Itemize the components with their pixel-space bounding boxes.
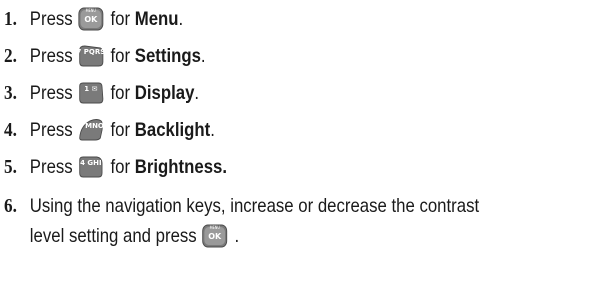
step-text-press: Press bbox=[29, 45, 73, 67]
step-3: 3. Press 1 ✉ for Display. bbox=[4, 78, 511, 108]
step-text-press: Press bbox=[29, 82, 73, 104]
key-4-ghi-icon: 4 GHI bbox=[78, 155, 104, 179]
step-text-for: for bbox=[110, 119, 131, 141]
step-text-press: Press bbox=[29, 8, 73, 30]
menu-ok-key-icon: MENU OK bbox=[202, 224, 228, 248]
step-5: 5. Press 4 GHI for Brightness. bbox=[4, 152, 511, 182]
key-1-voicemail-icon: 1 ✉ bbox=[78, 81, 104, 105]
step-target: Menu bbox=[134, 8, 179, 30]
step-target: Display bbox=[134, 82, 195, 104]
step-number: 4. bbox=[4, 119, 17, 141]
step-6-line-2: level setting and press bbox=[29, 225, 197, 247]
step-number: 1. bbox=[4, 8, 17, 30]
step-6: 6. Using the navigation keys, increase or… bbox=[4, 191, 511, 248]
step-target: Backlight bbox=[134, 119, 211, 141]
step-1: 1. Press MENU OK for Menu. bbox=[4, 4, 511, 34]
step-text-for: for bbox=[110, 8, 131, 30]
step-number: 6. bbox=[4, 195, 17, 217]
step-text-for: for bbox=[110, 156, 131, 178]
step-6-line-1: Using the navigation keys, increase or d… bbox=[29, 195, 480, 217]
step-number: 2. bbox=[4, 45, 17, 67]
step-number: 3. bbox=[4, 82, 17, 104]
step-text-press: Press bbox=[29, 119, 73, 141]
step-number: 5. bbox=[4, 156, 17, 178]
step-target: Brightness. bbox=[134, 156, 228, 178]
step-2: 2. Press 7 PQRS for Settings. bbox=[4, 41, 511, 71]
key-6-mno-icon: 6 MNO bbox=[78, 118, 104, 142]
step-text-press: Press bbox=[29, 156, 73, 178]
step-6-continuation: level setting and press MENU OK. bbox=[29, 224, 240, 248]
key-7-pqrs-icon: 7 PQRS bbox=[76, 44, 105, 68]
step-text-for: for bbox=[110, 45, 131, 67]
step-target: Settings bbox=[134, 45, 201, 67]
menu-ok-key-icon: MENU OK bbox=[78, 7, 104, 31]
step-text-for: for bbox=[110, 82, 131, 104]
step-4: 4. Press 6 MNO for Backlight. bbox=[4, 115, 511, 145]
